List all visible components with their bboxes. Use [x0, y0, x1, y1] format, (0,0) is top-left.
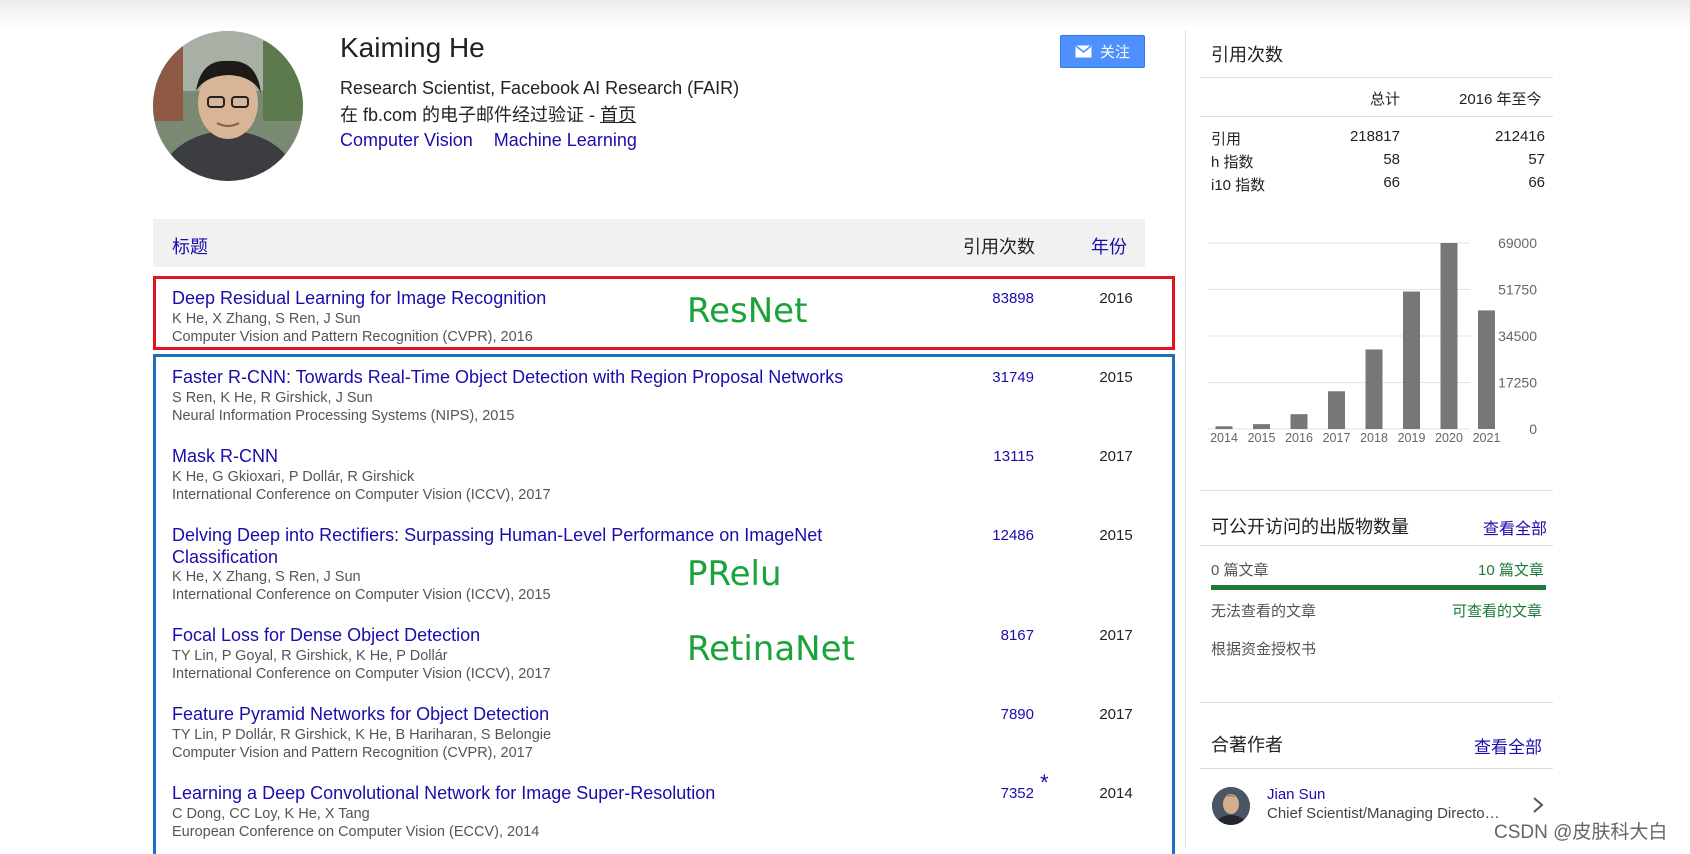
chart-bar-2020[interactable] [1440, 243, 1458, 429]
sort-by-citations[interactable]: 引用次数 [963, 233, 1035, 259]
divider [1200, 116, 1553, 117]
profile-name: Kaiming He [340, 32, 485, 63]
divider [1200, 490, 1553, 491]
col-total: 总计 [1370, 91, 1401, 108]
chart-bar-2019[interactable] [1403, 291, 1420, 429]
panel-divider [1185, 30, 1186, 848]
mandates-link[interactable]: 根据资金授权书 [1211, 638, 1316, 659]
chart-y-tick-label: 51750 [1498, 282, 1537, 298]
chart-y-tick-label: 17250 [1498, 375, 1537, 391]
stat-since: 57 [1528, 151, 1545, 168]
watermark: CSDN @皮肤科大白 [1494, 822, 1668, 843]
profile-affiliation: Research Scientist, Facebook AI Research… [340, 78, 740, 98]
chart-bar-2018[interactable] [1365, 349, 1383, 429]
open-access-title: 可公开访问的出版物数量 [1211, 517, 1409, 537]
homepage-link[interactable]: 首页 [600, 105, 636, 125]
coauthor-name[interactable]: Jian Sun [1267, 786, 1325, 803]
stat-total: 66 [1383, 174, 1400, 191]
email-text: 在 fb.com 的电子邮件经过验证 - [340, 105, 601, 125]
divider [1200, 768, 1553, 769]
chart-y-tick-label: 0 [1529, 421, 1537, 437]
chart-bar-2015[interactable] [1253, 424, 1270, 429]
divider [1200, 77, 1553, 78]
follow-button[interactable]: 关注 [1060, 35, 1145, 68]
chart-y-tick-label: 34500 [1498, 328, 1537, 344]
citations-chart: 69000 51750 34500 17250 0 2014 2015 2016 2017 201… [1208, 235, 1537, 445]
available-label: 可查看的文章 [1452, 603, 1543, 620]
research-interests: Computer Vision Machine Learning [340, 130, 653, 151]
chart-x-tick-label: 2020 [1435, 431, 1463, 445]
chart-bar-2021[interactable] [1478, 310, 1495, 429]
other-papers-highlight-box [153, 354, 1175, 854]
chart-x-tick-label: 2015 [1248, 431, 1276, 445]
profile-avatar [153, 31, 303, 181]
chart-x-tick-label: 2019 [1398, 431, 1426, 445]
chart-bar-2016[interactable] [1290, 414, 1308, 429]
stat-total: 218817 [1349, 128, 1400, 145]
unavailable-count[interactable]: 0 篇文章 [1211, 559, 1269, 580]
access-progress-bar [1211, 585, 1546, 590]
coauthors-title: 合著作者 [1211, 735, 1283, 755]
divider [1200, 545, 1553, 546]
stat-label: h 指数 [1211, 154, 1254, 171]
follow-label: 关注 [1099, 44, 1130, 61]
profile-email-verified: 在 fb.com 的电子邮件经过验证 - 首页 [340, 101, 636, 127]
stat-since: 212416 [1494, 128, 1545, 145]
resnet-highlight-box [153, 276, 1175, 350]
sort-by-year[interactable]: 年份 [1091, 233, 1127, 259]
coauthor-role: Chief Scientist/Managing Directo… [1267, 805, 1500, 822]
prelu-annotation: PRelu [687, 554, 782, 594]
chart-y-tick-label: 69000 [1498, 235, 1537, 251]
retinanet-annotation: RetinaNet [687, 629, 855, 669]
top-shade [0, 0, 1690, 30]
stat-label: i10 指数 [1211, 177, 1266, 194]
chart-x-tick-label: 2016 [1285, 431, 1313, 445]
chart-bar-2017[interactable] [1328, 391, 1345, 429]
stat-label: 引用 [1211, 131, 1242, 148]
resnet-annotation: ResNet [687, 291, 808, 331]
chart-x-tick-label: 2018 [1360, 431, 1388, 445]
chart-bar-2014[interactable] [1215, 426, 1233, 429]
sort-by-title[interactable]: 标题 [172, 233, 208, 259]
available-count[interactable]: 10 篇文章 [1478, 559, 1544, 580]
stat-total: 58 [1383, 151, 1400, 168]
divider [1200, 702, 1553, 703]
chart-x-tick-label: 2021 [1473, 431, 1501, 445]
interest-link[interactable]: Machine Learning [494, 130, 637, 150]
table-header: 标题 引用次数 年份 [153, 219, 1145, 267]
stat-since: 66 [1528, 174, 1545, 191]
mail-icon [1075, 45, 1092, 58]
chevron-right-icon [1533, 797, 1544, 813]
interest-link[interactable]: Computer Vision [340, 130, 473, 150]
coauthors-view-all[interactable]: 查看全部 [1474, 733, 1542, 758]
coauthor-avatar [1212, 787, 1250, 825]
chart-x-tick-label: 2014 [1210, 431, 1238, 445]
citations-title: 引用次数 [1211, 45, 1283, 65]
chart-x-tick-label: 2017 [1323, 431, 1351, 445]
col-since: 2016 年至今 [1459, 91, 1542, 108]
unavailable-label: 无法查看的文章 [1211, 603, 1317, 620]
open-access-view-all[interactable]: 查看全部 [1483, 515, 1547, 539]
